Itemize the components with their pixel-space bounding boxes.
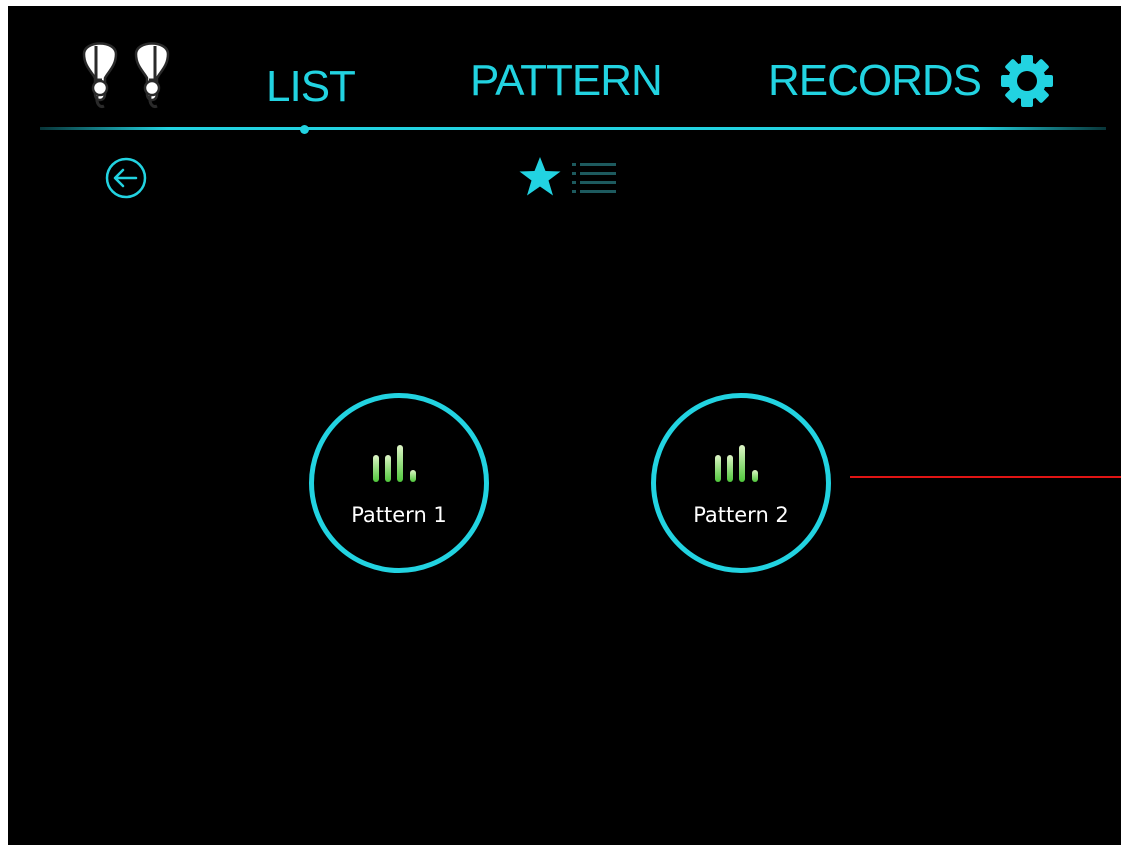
earbuds-icon xyxy=(82,42,170,108)
pattern-2-label: Pattern 2 xyxy=(693,503,789,527)
app-screen: LIST PATTERN RECORDS Pattern 1 Pattern 2 xyxy=(8,6,1121,845)
pattern-1-label: Pattern 1 xyxy=(351,503,447,527)
signal-bars-icon xyxy=(715,445,758,482)
tab-pattern[interactable]: PATTERN xyxy=(470,56,663,106)
list-icon[interactable] xyxy=(570,160,618,196)
active-tab-indicator xyxy=(300,125,309,134)
annotation-line xyxy=(850,476,1121,478)
gear-icon[interactable] xyxy=(1000,54,1054,108)
top-nav: LIST PATTERN RECORDS xyxy=(8,6,1121,136)
back-arrow-icon[interactable] xyxy=(103,155,149,201)
pattern-2-button[interactable]: Pattern 2 xyxy=(651,393,831,573)
pattern-1-button[interactable]: Pattern 1 xyxy=(309,393,489,573)
star-icon[interactable] xyxy=(518,156,562,198)
nav-divider xyxy=(40,127,1106,130)
tab-records[interactable]: RECORDS xyxy=(768,56,982,106)
signal-bars-icon xyxy=(373,445,416,482)
tab-list[interactable]: LIST xyxy=(266,62,356,112)
